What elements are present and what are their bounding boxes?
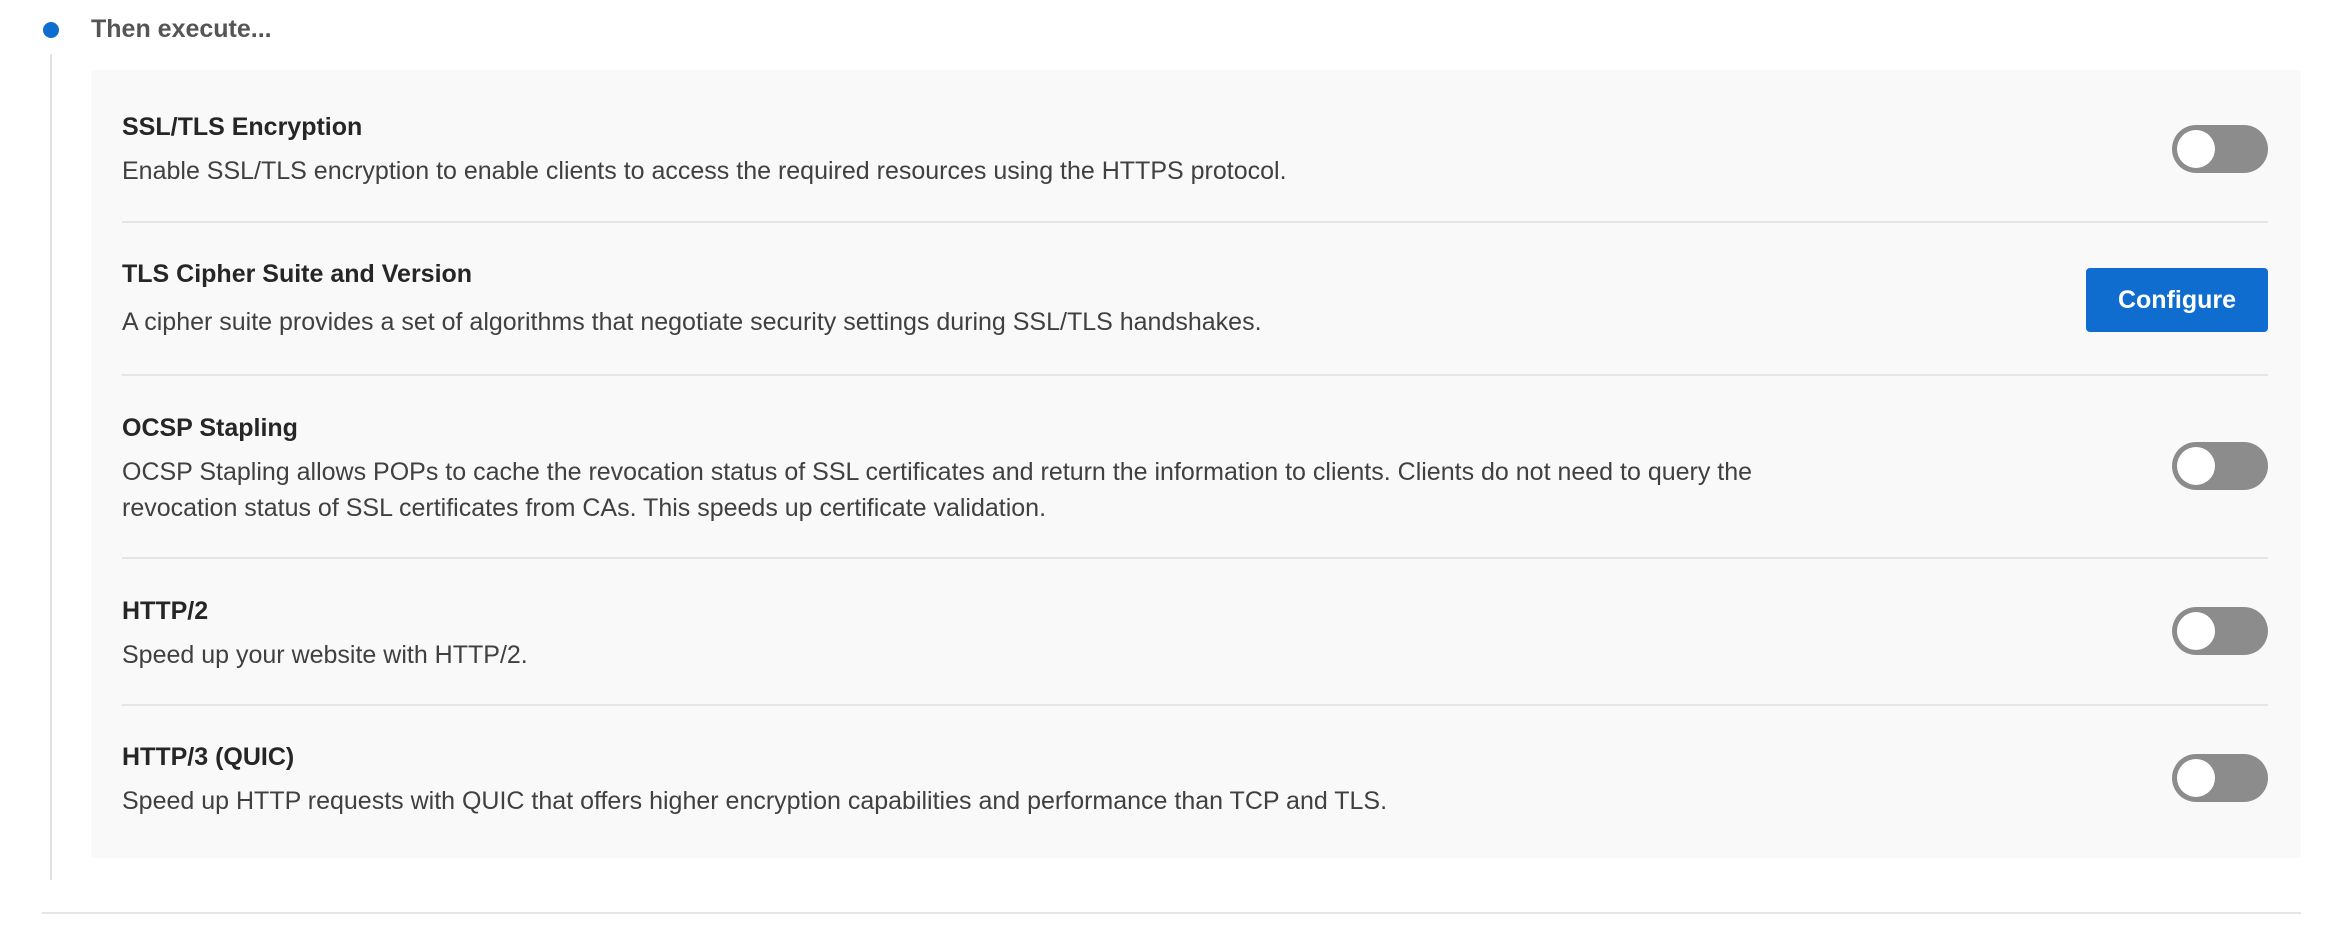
setting-description: Enable SSL/TLS encryption to enable clie… [122,157,1287,185]
settings-panel: SSL/TLS Encryption Enable SSL/TLS encryp… [91,70,2301,858]
ocsp-stapling-toggle[interactable] [2172,442,2268,490]
setting-description: OCSP Stapling allows POPs to cache the r… [122,454,1922,526]
setting-description-line: OCSP Stapling allows POPs to cache the r… [122,458,1753,486]
setting-row-ocsp-stapling: OCSP Stapling OCSP Stapling allows POPs … [122,376,2268,559]
setting-title: OCSP Stapling [122,414,298,442]
section-divider [42,912,2301,914]
step-indicator-dot [43,22,59,38]
setting-description: Speed up HTTP requests with QUIC that of… [122,787,1388,815]
toggle-knob [2177,130,2215,168]
toggle-knob [2177,447,2215,485]
ssl-tls-toggle[interactable] [2172,125,2268,173]
setting-title: HTTP/2 [122,597,209,625]
http3-quic-toggle[interactable] [2172,754,2268,802]
step-title: Then execute... [91,15,272,43]
setting-description-line: revocation status of SSL certificates fr… [122,494,1047,522]
configure-button[interactable]: Configure [2086,268,2268,332]
setting-row-http2: HTTP/2 Speed up your website with HTTP/2… [122,559,2268,706]
step-connector-line [50,54,52,880]
setting-title: HTTP/3 (QUIC) [122,743,295,771]
setting-row-ssl-tls: SSL/TLS Encryption Enable SSL/TLS encryp… [122,70,2268,223]
setting-title: SSL/TLS Encryption [122,113,363,141]
setting-title: TLS Cipher Suite and Version [122,260,473,288]
toggle-knob [2177,612,2215,650]
setting-description: A cipher suite provides a set of algorit… [122,308,1262,336]
toggle-knob [2177,759,2215,797]
setting-row-tls-cipher: TLS Cipher Suite and Version A cipher su… [122,223,2268,376]
setting-description: Speed up your website with HTTP/2. [122,641,528,669]
http2-toggle[interactable] [2172,607,2268,655]
setting-row-http3-quic: HTTP/3 (QUIC) Speed up HTTP requests wit… [122,706,2268,858]
